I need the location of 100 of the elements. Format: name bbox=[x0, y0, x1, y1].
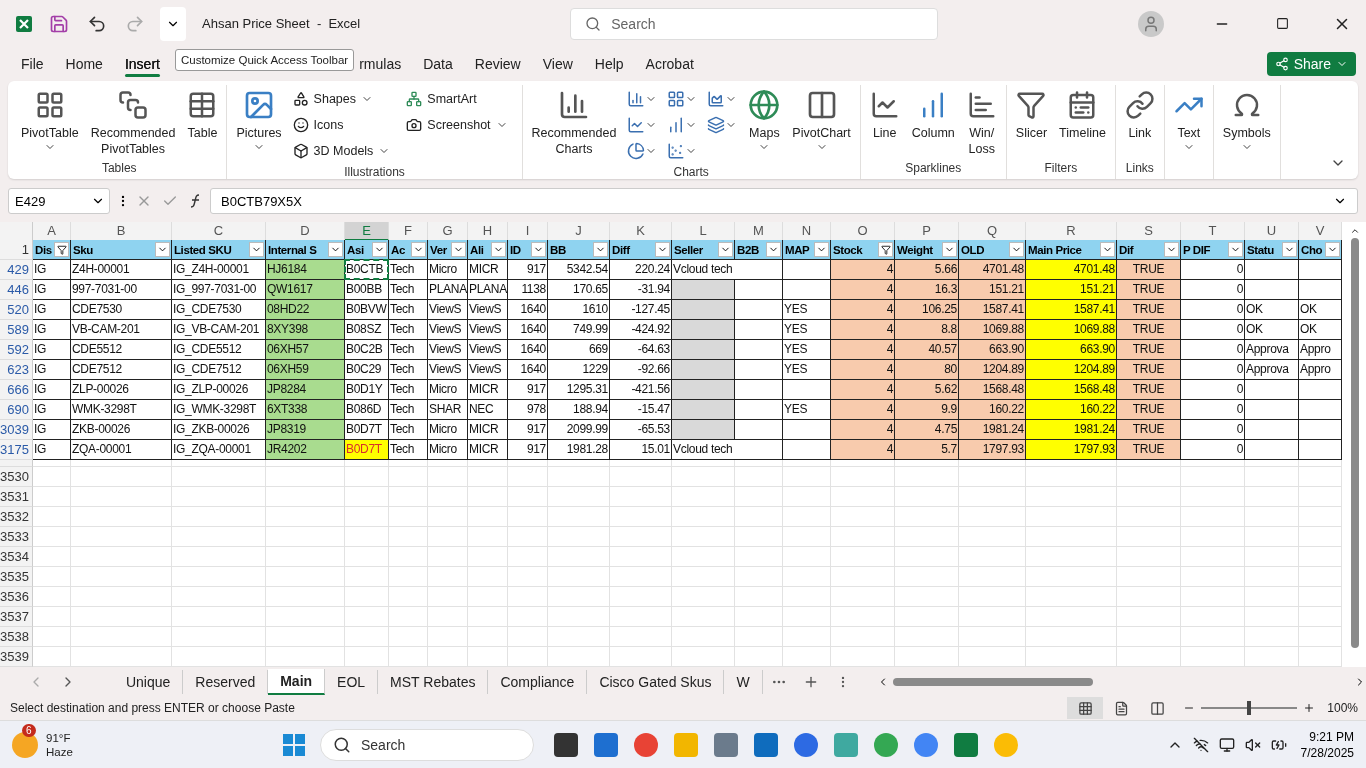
ribbon-tab[interactable]: Acrobat bbox=[634, 49, 705, 78]
filter-dropdown-button[interactable] bbox=[328, 242, 343, 258]
calculator-icon[interactable] bbox=[714, 732, 738, 757]
share-button[interactable]: Share bbox=[1266, 51, 1356, 76]
shapes-button[interactable]: Shapes bbox=[292, 87, 397, 112]
meeting-app-icon[interactable] bbox=[794, 732, 818, 757]
avatar-icon[interactable] bbox=[1138, 10, 1164, 37]
empty-cell bbox=[672, 626, 735, 647]
table-cell: 997-7031-00 bbox=[71, 280, 172, 301]
ribbon-tab[interactable]: Home bbox=[54, 49, 114, 78]
filter-dropdown-button[interactable] bbox=[1100, 242, 1115, 258]
scroll-thumb[interactable] bbox=[1351, 238, 1359, 649]
table-cell: 4 bbox=[831, 440, 895, 461]
table-cell: 1640 bbox=[508, 320, 548, 341]
pivot-table-button[interactable]: Recommended PivotTables bbox=[85, 85, 181, 162]
sheet-tab[interactable]: Cisco Gated Skus bbox=[587, 669, 725, 694]
globe-button[interactable]: Maps bbox=[743, 85, 786, 166]
filter-dropdown-button[interactable] bbox=[593, 242, 608, 258]
filter-dropdown-button[interactable] bbox=[1282, 242, 1297, 258]
ribbon-tab[interactable]: Insert bbox=[113, 49, 171, 78]
task-view-icon[interactable] bbox=[554, 732, 578, 757]
ribbon-tab[interactable]: Data bbox=[412, 49, 464, 78]
sheet-tab[interactable]: MST Rebates bbox=[378, 669, 489, 694]
pen-stroke-button[interactable]: Text bbox=[1168, 85, 1209, 162]
filter-dropdown-button[interactable] bbox=[155, 242, 170, 258]
sheet-tab[interactable]: Compliance bbox=[488, 669, 588, 694]
filter-dropdown-button[interactable] bbox=[1228, 242, 1243, 258]
table-cell: 15.01 bbox=[610, 440, 672, 461]
browser-icon[interactable] bbox=[874, 732, 898, 757]
network-icon[interactable] bbox=[1192, 736, 1209, 753]
row-header: 3532 bbox=[0, 506, 33, 527]
table-cell: NEC bbox=[468, 400, 508, 421]
mail-app-icon[interactable] bbox=[754, 732, 778, 757]
row-header: 589 bbox=[0, 320, 33, 341]
filter-active-button[interactable] bbox=[878, 242, 893, 258]
row-header: 690 bbox=[0, 400, 33, 421]
diagram-button[interactable]: SmartArt bbox=[406, 87, 514, 112]
filter-dropdown-button[interactable] bbox=[1164, 242, 1179, 258]
empty-cell bbox=[428, 586, 468, 607]
link-button[interactable]: Link bbox=[1119, 85, 1160, 162]
filter-button[interactable]: Slicer bbox=[1010, 85, 1053, 162]
camera-button[interactable]: Screenshot bbox=[406, 113, 514, 138]
browser-icon[interactable] bbox=[914, 732, 938, 757]
cube-button[interactable]: 3D Models bbox=[292, 139, 397, 164]
empty-cell bbox=[831, 646, 895, 667]
filter-active-button[interactable] bbox=[54, 242, 69, 258]
empty-cell bbox=[389, 466, 428, 487]
picture-button[interactable]: Pictures bbox=[231, 85, 287, 166]
table-cell bbox=[783, 280, 831, 301]
smile-button[interactable]: Icons bbox=[292, 113, 397, 138]
calendar-button[interactable]: Timeline bbox=[1054, 85, 1111, 162]
filter-dropdown-button[interactable] bbox=[1009, 242, 1024, 258]
column-chart-button[interactable]: Column bbox=[906, 85, 960, 162]
filter-dropdown-button[interactable] bbox=[718, 242, 733, 258]
store-icon[interactable] bbox=[594, 732, 618, 757]
filter-dropdown-button[interactable] bbox=[942, 242, 957, 258]
taskbar-search[interactable]: Search bbox=[320, 728, 534, 761]
filter-dropdown-button[interactable] bbox=[372, 242, 387, 258]
filter-dropdown-button[interactable] bbox=[531, 242, 546, 258]
ribbon-tab[interactable]: View bbox=[531, 49, 584, 78]
filter-dropdown-button[interactable] bbox=[491, 242, 506, 258]
diamond-app-icon[interactable] bbox=[834, 732, 858, 757]
search-field[interactable]: Search bbox=[570, 7, 939, 40]
normal-view-icon[interactable] bbox=[1067, 697, 1104, 720]
zoom-in-icon[interactable] bbox=[1303, 702, 1316, 715]
chart-button[interactable]: Recommended Charts bbox=[526, 85, 622, 166]
filter-dropdown-button[interactable] bbox=[1325, 242, 1340, 258]
display-icon[interactable] bbox=[1218, 736, 1235, 753]
table-cell: MICR bbox=[468, 380, 508, 401]
table-cell: 151.21 bbox=[1026, 280, 1117, 301]
bar-chart-button[interactable]: Win/ Loss bbox=[961, 85, 1002, 162]
name-box[interactable]: E429 bbox=[8, 188, 110, 215]
sheet-tab[interactable]: Unique bbox=[113, 669, 184, 694]
sheet-tab[interactable]: Main bbox=[268, 668, 326, 695]
spreadsheet-app-icon[interactable] bbox=[954, 732, 978, 757]
browser-icon[interactable] bbox=[634, 732, 658, 757]
ribbon-tab[interactable]: Review bbox=[463, 49, 532, 78]
table-cell: ViewS bbox=[468, 300, 508, 321]
filter-dropdown-button[interactable] bbox=[766, 242, 781, 258]
sheet-tab[interactable]: W bbox=[724, 669, 763, 694]
formula-field[interactable]: B0CTB79X5X bbox=[210, 188, 1358, 215]
filter-dropdown-button[interactable] bbox=[655, 242, 670, 258]
filter-dropdown-button[interactable] bbox=[814, 242, 829, 258]
pivot-table-button[interactable]: PivotTable bbox=[16, 85, 84, 162]
ribbon-tab[interactable]: Help bbox=[583, 49, 635, 78]
clock[interactable]: 9:21 PM 7/28/2025 bbox=[1300, 728, 1354, 761]
filter-dropdown-button[interactable] bbox=[411, 242, 426, 258]
volume-icon[interactable] bbox=[1244, 736, 1261, 753]
omega-button[interactable]: Symbols bbox=[1217, 85, 1276, 162]
pivot-chart-button[interactable]: PivotChart bbox=[787, 85, 856, 166]
table-cell: 4 bbox=[831, 360, 895, 381]
line-chart-button[interactable]: Line bbox=[864, 85, 905, 162]
search-icon bbox=[585, 15, 602, 32]
start-icon[interactable] bbox=[282, 732, 306, 757]
ribbon-tab[interactable]: File bbox=[10, 49, 55, 78]
scroll-thumb[interactable] bbox=[892, 677, 1093, 686]
filter-dropdown-button[interactable] bbox=[451, 242, 466, 258]
table-button[interactable]: Table bbox=[182, 85, 223, 162]
filter-dropdown-button[interactable] bbox=[249, 242, 264, 258]
sheet-tab[interactable]: EOL bbox=[325, 669, 379, 694]
